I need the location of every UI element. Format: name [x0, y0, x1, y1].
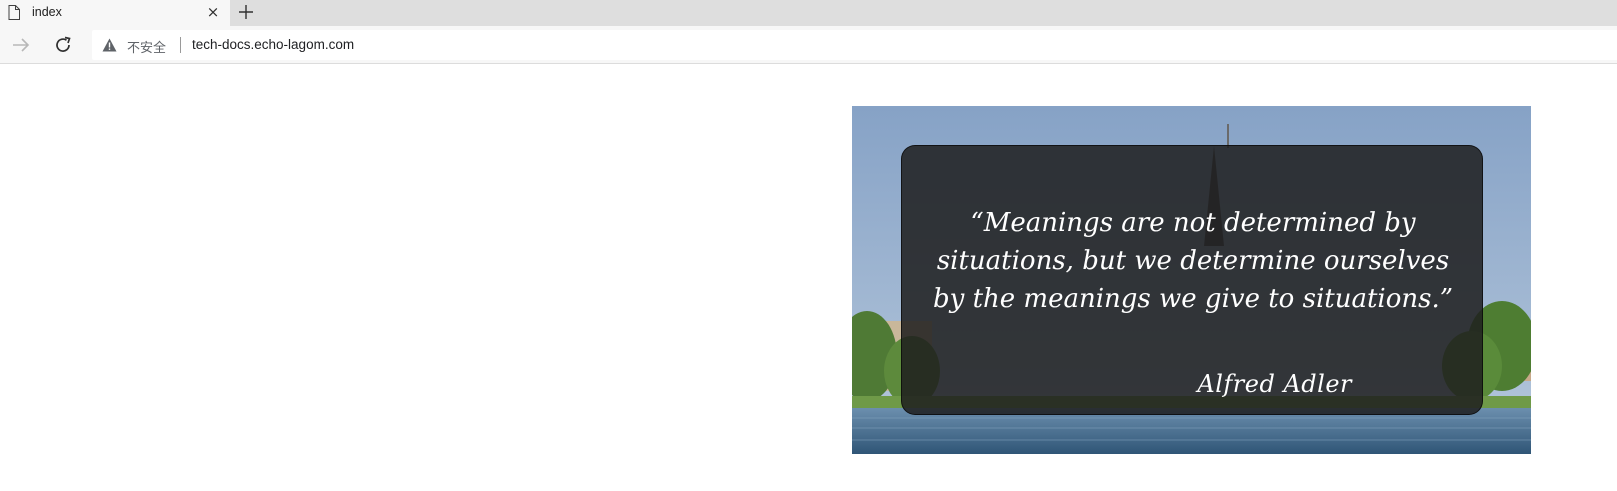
- quote-hero-image: “Meanings are not determined by situatio…: [852, 106, 1531, 454]
- security-label[interactable]: 不安全: [127, 37, 166, 56]
- address-bar[interactable]: 不安全 tech-docs.echo-lagom.com: [92, 30, 1617, 60]
- tab-title: index: [32, 5, 62, 19]
- tab-index[interactable]: index ×: [0, 0, 230, 26]
- omnibox-divider: [180, 37, 181, 53]
- arrow-right-icon[interactable]: [10, 34, 32, 56]
- document-icon: [8, 5, 20, 20]
- quote-author: Alfred Adler: [1197, 370, 1352, 398]
- url-text[interactable]: tech-docs.echo-lagom.com: [192, 37, 354, 52]
- plus-icon[interactable]: [236, 2, 256, 22]
- browser-toolbar: 不安全 tech-docs.echo-lagom.com: [0, 26, 1617, 64]
- quote-text: “Meanings are not determined by situatio…: [932, 208, 1454, 314]
- reload-icon[interactable]: [52, 34, 74, 56]
- tab-strip: index ×: [0, 0, 1617, 26]
- quote-card: “Meanings are not determined by situatio…: [901, 145, 1483, 415]
- warning-triangle-icon: [102, 38, 117, 52]
- close-tab-icon[interactable]: ×: [204, 3, 222, 21]
